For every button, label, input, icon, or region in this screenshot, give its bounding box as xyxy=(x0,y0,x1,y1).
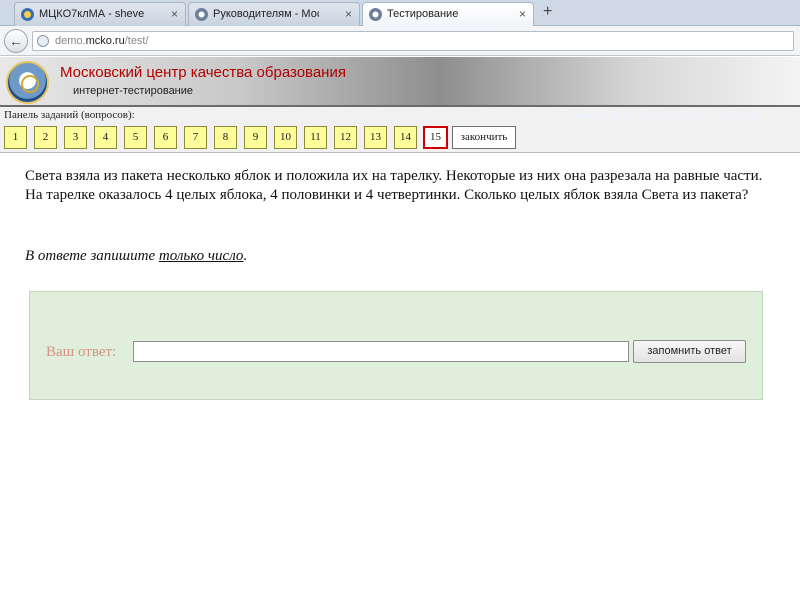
question-button-5[interactable]: 5 xyxy=(124,126,147,149)
question-button-12[interactable]: 12 xyxy=(334,126,357,149)
question-button-4[interactable]: 4 xyxy=(94,126,117,149)
task-panel: Панель заданий (вопросов): Класс: 4 demo… xyxy=(0,107,800,153)
close-icon[interactable]: × xyxy=(519,7,526,21)
tab-title: Руководителям - Москов... xyxy=(213,8,319,20)
question-button-3[interactable]: 3 xyxy=(64,126,87,149)
test-info-bar: Класс: 4 demo тестируемый 1 осталось мин xyxy=(577,111,764,121)
mcko-favicon-icon xyxy=(21,8,34,21)
site-header: Московский центр качества образования ин… xyxy=(0,57,800,107)
question-button-10[interactable]: 10 xyxy=(274,126,297,149)
tab-title: Тестирование xyxy=(387,8,459,20)
back-arrow-icon[interactable]: ← xyxy=(4,29,28,53)
question-button-7[interactable]: 7 xyxy=(184,126,207,149)
question-button-2[interactable]: 2 xyxy=(34,126,57,149)
save-answer-button[interactable]: запомнить ответ xyxy=(633,340,746,363)
globe-icon xyxy=(37,35,49,47)
question-text: Света взяла из пакета несколько яблок и … xyxy=(25,168,763,203)
finish-button[interactable]: закончить xyxy=(452,126,516,149)
page-subtitle: интернет-тестирование xyxy=(73,85,194,97)
question-button-11[interactable]: 11 xyxy=(304,126,327,149)
close-icon[interactable]: × xyxy=(171,7,178,21)
question-button-13[interactable]: 13 xyxy=(364,126,387,149)
mcko-logo-icon xyxy=(6,61,49,104)
answer-box: Ваш ответ: запомнить ответ xyxy=(29,291,763,400)
browser-nav-bar: ← demo.mcko.ru/test/ xyxy=(0,26,800,56)
browser-tab-3-active[interactable]: Тестирование × xyxy=(362,2,534,27)
address-bar[interactable]: demo.mcko.ru/test/ xyxy=(32,31,794,51)
answer-input[interactable] xyxy=(133,341,629,362)
close-icon[interactable]: × xyxy=(345,7,352,21)
browser-tab-strip: МЦКО7клМА - sheveleva5... × Руководителя… xyxy=(0,0,800,27)
browser-tab-1[interactable]: МЦКО7клМА - sheveleva5... × xyxy=(14,2,186,26)
tab-title: МЦКО7клМА - sheveleva5... xyxy=(39,8,145,20)
answer-instruction: В ответе запишите только число. xyxy=(25,248,248,264)
question-button-6[interactable]: 6 xyxy=(154,126,177,149)
question-button-1[interactable]: 1 xyxy=(4,126,27,149)
task-panel-label: Панель заданий (вопросов): xyxy=(4,109,135,121)
question-button-14[interactable]: 14 xyxy=(394,126,417,149)
answer-label: Ваш ответ: xyxy=(46,344,117,360)
page-title: Московский центр качества образования xyxy=(60,64,346,81)
question-button-8[interactable]: 8 xyxy=(214,126,237,149)
new-tab-icon[interactable]: + xyxy=(543,3,552,21)
mcko-favicon-icon xyxy=(369,8,382,21)
mcko-favicon-icon xyxy=(195,8,208,21)
question-button-15-current[interactable]: 15 xyxy=(423,126,448,149)
browser-tab-2[interactable]: Руководителям - Москов... × xyxy=(188,2,360,26)
question-button-9[interactable]: 9 xyxy=(244,126,267,149)
url-text: demo.mcko.ru/test/ xyxy=(55,35,149,47)
